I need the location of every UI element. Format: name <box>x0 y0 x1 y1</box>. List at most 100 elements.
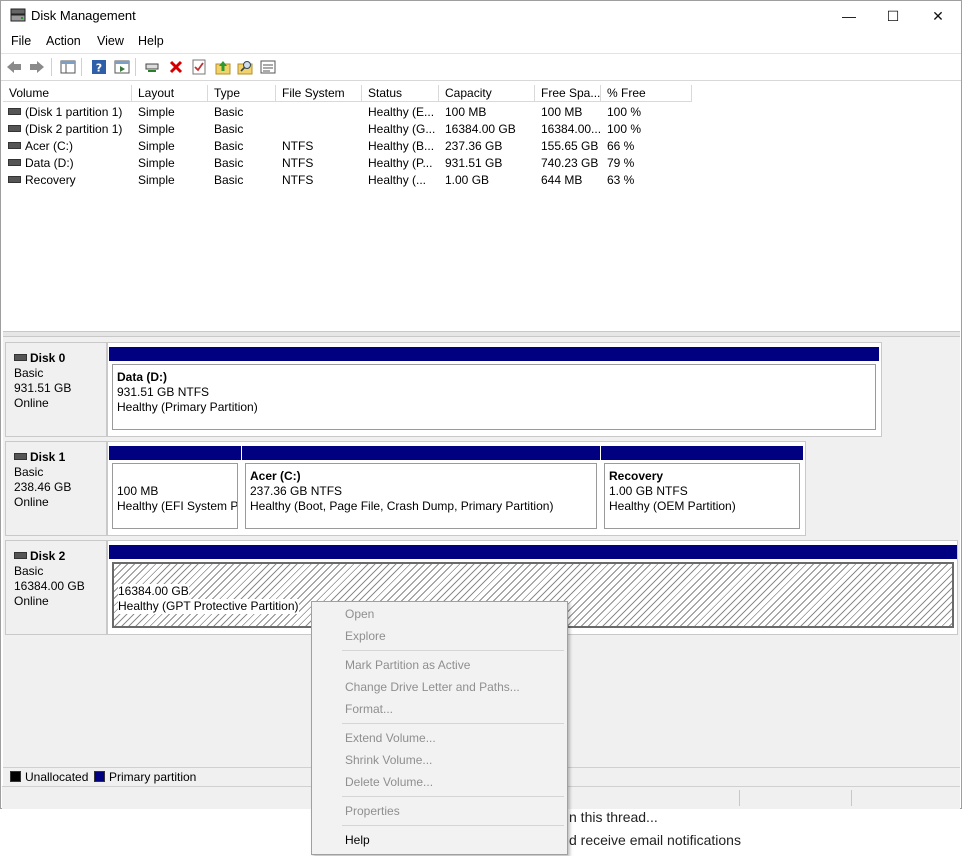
column-header-free-space[interactable]: Free Spa... <box>535 85 601 102</box>
menu-view[interactable]: View <box>97 34 124 48</box>
disk-size: 16384.00 GB <box>14 579 85 593</box>
menu-item-delete-volume[interactable]: Delete Volume... <box>345 774 433 790</box>
table-row[interactable]: (Disk 2 partition 1) Simple Basic Health… <box>3 121 960 138</box>
column-header-percent-free[interactable]: % Free <box>601 85 692 102</box>
volume-free-space: 644 MB <box>541 173 583 187</box>
volume-name: (Disk 1 partition 1) <box>25 105 123 119</box>
disk-state: Online <box>14 594 49 608</box>
volume-file-system <box>282 121 360 138</box>
table-row[interactable]: Recovery Simple Basic NTFS Healthy (... … <box>3 172 960 189</box>
disk-type: Basic <box>14 465 44 479</box>
svg-text:?: ? <box>96 62 102 75</box>
volume-type: Basic <box>214 122 244 136</box>
context-menu: Open Explore Mark Partition as Active Ch… <box>311 601 568 855</box>
menu-help[interactable]: Help <box>138 34 164 48</box>
column-header-status[interactable]: Status <box>362 85 439 102</box>
menu-separator <box>342 723 564 724</box>
volume-type: Basic <box>214 139 244 153</box>
menu-item-help[interactable]: Help <box>345 832 370 848</box>
volume-capacity: 237.36 GB <box>445 139 503 153</box>
volume-drive-icon <box>8 125 21 133</box>
maximize-button[interactable]: ☐ <box>870 1 916 31</box>
partition-acer-c[interactable]: Acer (C:) 237.36 GB NTFS Healthy (Boot, … <box>242 446 600 532</box>
legend-primary-partition: Primary partition <box>109 770 197 784</box>
column-header-type[interactable]: Type <box>208 85 276 102</box>
partition-recovery[interactable]: Recovery 1.00 GB NTFS Healthy (OEM Parti… <box>601 446 803 532</box>
partition-name: Acer (C:) <box>250 469 301 483</box>
volume-percent-free: 100 % <box>607 105 642 119</box>
table-row[interactable]: (Disk 1 partition 1) Simple Basic Health… <box>3 104 960 121</box>
disk-0-label[interactable]: Disk 0 Basic 931.51 GB Online <box>5 342 107 437</box>
disk-name: Disk 1 <box>30 450 66 464</box>
partition-size: 931.51 GB NTFS <box>117 385 210 399</box>
table-row[interactable]: Acer (C:) Simple Basic NTFS Healthy (B..… <box>3 138 960 155</box>
help-icon[interactable]: ? <box>89 57 109 77</box>
disk-0-track: Data (D:) 931.51 GB NTFS Healthy (Primar… <box>107 342 882 437</box>
volume-name: Data (D:) <box>25 156 74 170</box>
menu-item-format[interactable]: Format... <box>345 701 393 717</box>
menu-item-change-drive-letter[interactable]: Change Drive Letter and Paths... <box>345 679 520 695</box>
primary-partition-bar <box>109 446 241 460</box>
disk-1-track: 100 MB Healthy (EFI System Pa Acer (C:) … <box>107 441 806 536</box>
volume-name: (Disk 2 partition 1) <box>25 122 123 136</box>
checklist-icon[interactable] <box>189 57 209 77</box>
column-header-file-system[interactable]: File System <box>276 85 362 102</box>
menu-item-shrink-volume[interactable]: Shrink Volume... <box>345 752 432 768</box>
disk-type: Basic <box>14 564 44 578</box>
menu-item-properties[interactable]: Properties <box>345 803 400 819</box>
menu-item-explore[interactable]: Explore <box>345 628 386 644</box>
partition-status: Healthy (EFI System Pa <box>117 499 238 513</box>
menu-file[interactable]: File <box>11 34 31 48</box>
properties-icon[interactable] <box>112 57 132 77</box>
column-header-layout[interactable]: Layout <box>132 85 208 102</box>
close-button[interactable]: ✕ <box>915 1 961 31</box>
disk-name: Disk 2 <box>30 549 66 563</box>
disk-2-label[interactable]: Disk 2 Basic 16384.00 GB Online <box>5 540 107 635</box>
volume-layout: Simple <box>138 156 175 170</box>
volume-name: Recovery <box>25 173 76 187</box>
delete-icon[interactable] <box>166 57 186 77</box>
disk-management-app-icon <box>10 8 26 22</box>
minimize-button[interactable]: — <box>826 1 872 31</box>
volume-type: Basic <box>214 105 244 119</box>
toolbar: ? <box>1 54 961 81</box>
volume-free-space: 155.65 GB <box>541 139 599 153</box>
forward-arrow-icon[interactable] <box>27 57 47 77</box>
legend-unallocated: Unallocated <box>25 770 89 784</box>
partition-status: Healthy (OEM Partition) <box>609 499 736 513</box>
connect-icon[interactable] <box>142 57 162 77</box>
column-header-capacity[interactable]: Capacity <box>439 85 535 102</box>
menu-separator <box>342 825 564 826</box>
disk-type: Basic <box>14 366 44 380</box>
volume-list: Volume Layout Type File System Status Ca… <box>3 85 960 329</box>
partition-data-d[interactable]: Data (D:) 931.51 GB NTFS Healthy (Primar… <box>109 347 879 433</box>
volume-file-system: NTFS <box>282 156 314 170</box>
partition-status: Healthy (Boot, Page File, Crash Dump, Pr… <box>250 499 554 513</box>
disk-1-label[interactable]: Disk 1 Basic 238.46 GB Online <box>5 441 107 536</box>
partition-efi-system[interactable]: 100 MB Healthy (EFI System Pa <box>109 446 241 532</box>
column-header-volume[interactable]: Volume <box>3 85 132 102</box>
details-icon[interactable] <box>258 57 278 77</box>
volume-percent-free: 63 % <box>607 173 635 187</box>
volume-drive-icon <box>8 108 21 116</box>
back-arrow-icon[interactable] <box>4 57 24 77</box>
primary-partition-bar <box>242 446 600 460</box>
menu-action[interactable]: Action <box>46 34 81 48</box>
menu-item-open[interactable]: Open <box>345 606 374 622</box>
title-bar: Disk Management — ☐ ✕ <box>1 1 961 31</box>
menu-item-extend-volume[interactable]: Extend Volume... <box>345 730 436 746</box>
volume-layout: Simple <box>138 105 175 119</box>
menu-item-mark-active[interactable]: Mark Partition as Active <box>345 657 470 673</box>
partition-size: 237.36 GB NTFS <box>250 484 343 498</box>
folder-up-icon[interactable] <box>213 57 233 77</box>
partition-size: 16384.00 GB <box>118 584 189 599</box>
console-tree-icon[interactable] <box>58 57 78 77</box>
volume-status: Healthy (... <box>368 173 427 187</box>
volume-type: Basic <box>214 173 244 187</box>
volume-capacity: 16384.00 GB <box>445 122 516 136</box>
disk-icon <box>14 353 27 361</box>
volume-file-system: NTFS <box>282 173 314 187</box>
search-folder-icon[interactable] <box>235 57 255 77</box>
background-notification-text: d receive email notifications <box>569 832 741 848</box>
table-row[interactable]: Data (D:) Simple Basic NTFS Healthy (P..… <box>3 155 960 172</box>
